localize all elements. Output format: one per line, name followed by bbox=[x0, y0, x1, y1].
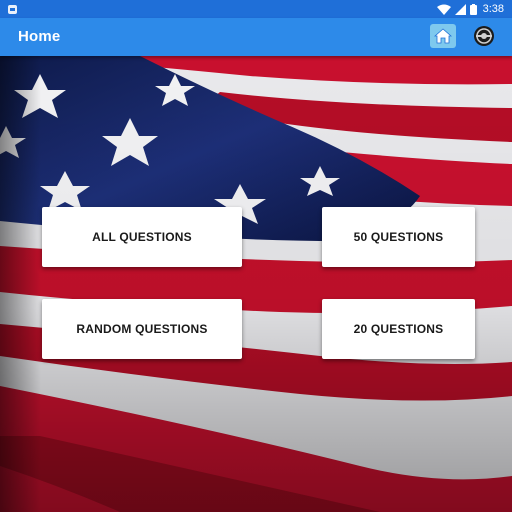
app-bar: Home bbox=[0, 18, 512, 56]
content-area: ALL QUESTIONS 50 QUESTIONS RANDOM QUESTI… bbox=[0, 56, 512, 512]
home-icon bbox=[434, 28, 452, 44]
all-questions-button[interactable]: ALL QUESTIONS bbox=[42, 207, 242, 267]
signal-icon bbox=[454, 3, 466, 15]
fifty-questions-button[interactable]: 50 QUESTIONS bbox=[322, 207, 475, 267]
random-questions-button[interactable]: RANDOM QUESTIONS bbox=[42, 299, 242, 359]
wifi-icon bbox=[436, 4, 451, 15]
twenty-questions-button[interactable]: 20 QUESTIONS bbox=[322, 299, 475, 359]
status-bar: 3:38 bbox=[0, 0, 512, 18]
page-title: Home bbox=[18, 28, 61, 45]
notification-icon bbox=[8, 4, 17, 14]
flag-background bbox=[0, 56, 512, 512]
app-screen: 3:38 Home ALL QUESTIONS 50 QUESTIONS RAN… bbox=[0, 0, 512, 512]
settings-icon bbox=[474, 26, 494, 46]
status-clock: 3:38 bbox=[482, 3, 504, 15]
settings-button[interactable] bbox=[472, 24, 496, 48]
battery-icon bbox=[469, 3, 477, 15]
home-button[interactable] bbox=[430, 24, 456, 48]
